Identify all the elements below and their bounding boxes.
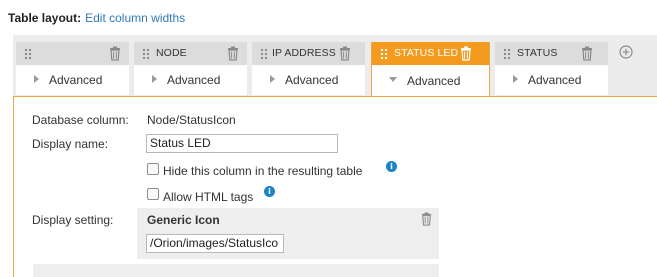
drag-handle-icon[interactable] [503, 48, 511, 60]
info-icon[interactable]: i [264, 186, 275, 197]
column-header[interactable]: STATUS [495, 42, 608, 65]
column-name: IP ADDRESS [272, 47, 336, 59]
drag-handle-icon[interactable] [260, 48, 268, 60]
info-icon[interactable]: i [386, 161, 397, 172]
column-card: Advanced [16, 42, 129, 95]
advanced-label: Advanced [407, 74, 461, 88]
collapse-arrow-icon [389, 77, 397, 82]
drag-handle-icon[interactable] [24, 48, 32, 60]
database-column-value: Node/StatusIcon [147, 113, 236, 127]
column-card-active: STATUS LED Advanced [371, 42, 490, 97]
column-card: IP ADDRESS Advanced [252, 42, 365, 95]
allow-html-checkbox[interactable] [147, 188, 159, 200]
column-name: NODE [156, 47, 187, 59]
database-column-label: Database column: [32, 113, 129, 127]
trash-icon[interactable] [108, 46, 122, 61]
column-header[interactable]: NODE [134, 42, 247, 65]
hide-column-label: Hide this column in the resulting table [163, 164, 363, 178]
column-header[interactable]: IP ADDRESS [252, 42, 365, 65]
display-setting-value: Generic Icon [147, 213, 220, 227]
advanced-toggle[interactable]: Advanced [495, 65, 608, 95]
trash-icon[interactable] [420, 212, 433, 226]
table-layout-header: Table layout: Edit column widths [8, 11, 185, 25]
trash-icon[interactable] [338, 46, 352, 61]
hide-column-checkbox[interactable] [147, 163, 159, 175]
advanced-label: Advanced [528, 73, 582, 87]
column-card: STATUS Advanced [495, 42, 608, 95]
next-setting-box [33, 264, 439, 277]
table-layout-title: Table layout: [8, 11, 82, 25]
display-name-label: Display name: [32, 137, 109, 151]
trash-icon[interactable] [226, 46, 240, 61]
advanced-toggle[interactable]: Advanced [134, 65, 247, 95]
advanced-label: Advanced [49, 73, 103, 87]
advanced-toggle[interactable]: Advanced [16, 65, 129, 95]
icon-path-input[interactable]: /Orion/images/StatusIco [146, 234, 284, 253]
add-column-icon[interactable] [619, 45, 633, 59]
advanced-label: Advanced [167, 73, 221, 87]
drag-handle-icon[interactable] [142, 48, 150, 60]
expand-arrow-icon [34, 75, 39, 83]
expand-arrow-icon [270, 75, 275, 83]
advanced-label: Advanced [285, 73, 339, 87]
advanced-toggle[interactable]: Advanced [252, 65, 365, 95]
advanced-toggle[interactable]: Advanced [372, 65, 489, 95]
column-header[interactable] [16, 42, 129, 65]
display-name-input[interactable]: Status LED [146, 134, 338, 153]
expand-arrow-icon [152, 75, 157, 83]
column-header[interactable]: STATUS LED [372, 42, 489, 65]
trash-icon[interactable] [459, 46, 473, 61]
column-card: NODE Advanced [134, 42, 247, 95]
drag-handle-icon[interactable] [380, 48, 388, 60]
trash-icon[interactable] [580, 46, 594, 61]
column-name: STATUS [517, 47, 558, 59]
edit-column-widths-link[interactable]: Edit column widths [85, 11, 185, 25]
column-name: STATUS LED [394, 47, 459, 59]
expand-arrow-icon [513, 75, 518, 83]
allow-html-label: Allow HTML tags [163, 190, 254, 204]
display-setting-label: Display setting: [32, 213, 114, 227]
